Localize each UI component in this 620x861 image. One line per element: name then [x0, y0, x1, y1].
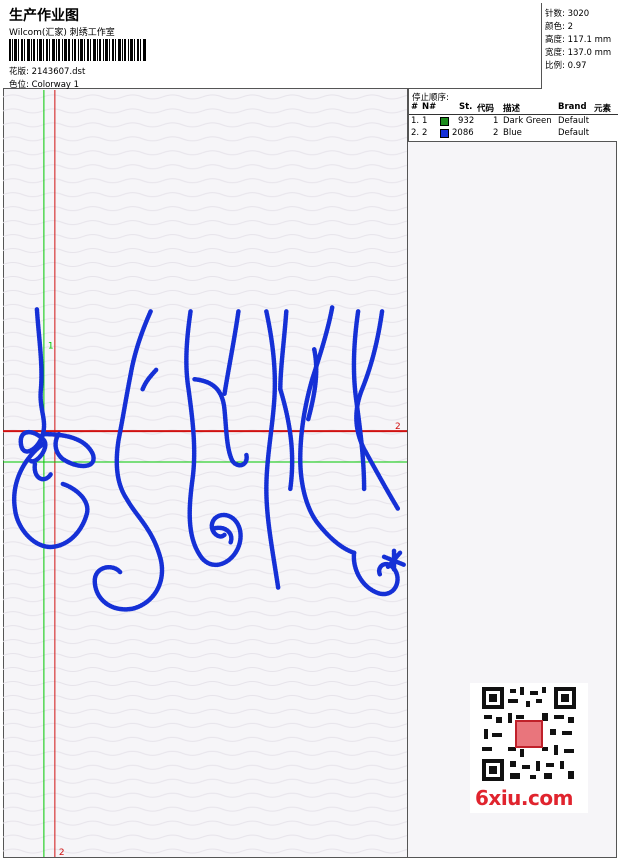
- design-value: 2143607.dst: [31, 67, 86, 77]
- table-row: 2. 2 2086 2 Blue Default: [411, 128, 590, 138]
- col-brand: Brand: [558, 102, 587, 112]
- header-panel: 生产作业图 Wilcom(汇家) 刺绣工作室 花版: 2143607.dst 色…: [3, 3, 617, 90]
- stats-panel: 针数: 3020 颜色: 2 高度: 117.1 mm 宽度: 137.0 mm…: [541, 3, 617, 89]
- qr-code: [480, 685, 578, 783]
- col-n: N#: [422, 102, 437, 112]
- company-name: Wilcom(汇家) 刺绣工作室: [9, 28, 115, 38]
- stat-stitches: 针数: 3020: [545, 9, 590, 19]
- red-guide-bottom-label: 2: [59, 848, 65, 858]
- col-desc: 描述: [503, 104, 521, 114]
- col-idx: #: [411, 102, 419, 112]
- design-row: 花版: 2143607.dst: [9, 65, 85, 77]
- stat-height: 高度: 117.1 mm: [545, 35, 612, 45]
- stat-width: 宽度: 137.0 mm: [545, 48, 612, 58]
- design-label: 花版:: [9, 67, 29, 77]
- design-canvas: 1 2 2: [3, 89, 408, 858]
- watermark-logo-text: 6xiu.com: [475, 786, 573, 810]
- stat-scale: 比例: 0.97: [545, 61, 587, 71]
- barcode: [9, 39, 146, 61]
- color-swatch: [440, 117, 449, 126]
- col-code: 代码: [477, 104, 495, 114]
- table-header: # N# St. 代码 描述 Brand 元素: [409, 102, 618, 115]
- stop-sequence-panel: 停止顺序: # N# St. 代码 描述 Brand 元素 1. 1 932 1…: [408, 89, 618, 142]
- table-row: 1. 1 932 1 Dark Green Default: [411, 116, 590, 126]
- page-title: 生产作业图: [9, 8, 79, 24]
- red-guide-right-label: 2: [395, 422, 401, 432]
- stat-colors: 颜色: 2: [545, 22, 573, 32]
- col-element: 元素: [594, 104, 612, 114]
- col-st: St.: [459, 102, 473, 112]
- green-guide-label: 1: [48, 341, 54, 351]
- color-swatch: [440, 129, 449, 138]
